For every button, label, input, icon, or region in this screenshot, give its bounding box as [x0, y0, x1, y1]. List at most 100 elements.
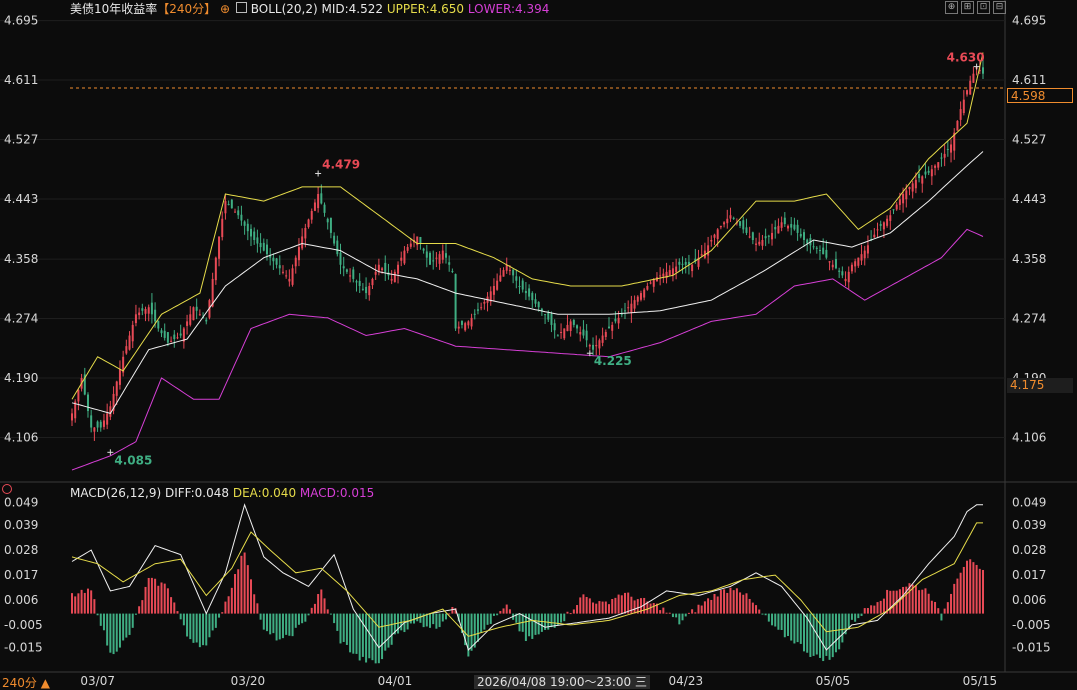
- macd-bar: [771, 613, 774, 626]
- macd-bar: [758, 609, 761, 614]
- macd-bar: [748, 598, 751, 614]
- layout-tool-button[interactable]: ⊞: [961, 1, 974, 14]
- macd-bar: [170, 597, 173, 614]
- macd-bar: [358, 613, 361, 661]
- candle-body: [502, 270, 505, 277]
- candle-body: [250, 228, 253, 237]
- boll-label[interactable]: BOLL(20,2): [251, 2, 318, 16]
- candle-body: [921, 176, 924, 184]
- fit-tool-button[interactable]: ⊡: [977, 1, 990, 14]
- candle-body: [310, 210, 313, 220]
- candle-body: [496, 280, 499, 290]
- instrument-title: 美债10年收益率: [70, 2, 158, 16]
- macd-bar: [633, 600, 636, 614]
- macd-bar: [173, 602, 176, 614]
- macd-bar: [982, 569, 984, 614]
- candle-body: [518, 285, 521, 287]
- chart-canvas[interactable]: 4.695 4.695 4.611 4.611 4.527 4.527 4.443 4.443…: [0, 0, 1077, 690]
- y-tick-label-left: 4.106: [4, 430, 38, 444]
- candle-body: [301, 236, 304, 249]
- candle-body: [876, 229, 879, 231]
- macd-bar: [684, 613, 687, 617]
- candle-body: [617, 317, 620, 324]
- macd-bar: [230, 587, 233, 614]
- candle-body: [259, 242, 262, 248]
- candle-body: [716, 229, 719, 240]
- candle-body: [473, 313, 476, 315]
- macd-bar: [627, 592, 630, 614]
- macd-bar: [246, 565, 249, 614]
- macd-bar: [713, 594, 716, 614]
- macd-bar: [879, 600, 882, 614]
- macd-bar: [860, 613, 863, 616]
- candle-body: [476, 309, 479, 311]
- y-tick-label-right: 4.527: [1012, 133, 1046, 147]
- period-selector[interactable]: 240分 ▲: [2, 676, 50, 690]
- candle-body: [144, 309, 147, 314]
- macd-bar: [374, 613, 377, 664]
- candle-body: [790, 224, 793, 228]
- candle-body: [780, 222, 783, 228]
- macd-tick-label-left: -0.005: [4, 618, 43, 632]
- candle-body: [742, 220, 745, 230]
- crosshair-tool-button[interactable]: ⊕: [945, 1, 958, 14]
- macd-bar: [301, 613, 304, 624]
- macd-bar: [125, 613, 128, 638]
- macd-bar: [259, 613, 262, 620]
- candle-body: [77, 389, 80, 402]
- candle-body: [608, 326, 611, 329]
- macd-bar: [710, 599, 713, 614]
- candle-body: [106, 413, 109, 425]
- candle-body: [521, 280, 524, 290]
- macd-bar: [221, 612, 224, 614]
- candle-body: [646, 286, 649, 290]
- macd-bar: [93, 599, 96, 614]
- macd-bar: [902, 586, 905, 614]
- macd-bar: [751, 602, 754, 614]
- macd-bar: [761, 613, 764, 615]
- macd-bar: [691, 609, 694, 614]
- macd-bar: [492, 613, 495, 616]
- candle-body: [419, 236, 422, 244]
- macd-bar: [914, 585, 917, 614]
- candle-body: [403, 250, 406, 264]
- macd-bar: [774, 613, 777, 627]
- candle-body: [755, 243, 758, 245]
- macd-bar: [429, 613, 432, 628]
- candle-body: [205, 319, 208, 322]
- macd-bar: [224, 601, 227, 614]
- candle-body: [585, 330, 588, 341]
- candle-body: [281, 271, 284, 273]
- candle-body: [854, 261, 857, 267]
- macd-bar: [205, 613, 208, 646]
- target-icon[interactable]: [2, 484, 12, 494]
- panel-tool-button[interactable]: ⊟: [993, 1, 1006, 14]
- macd-bar: [930, 600, 933, 614]
- candle-body: [550, 313, 553, 325]
- candle-body: [691, 264, 694, 272]
- candle-body: [390, 278, 393, 281]
- candle-body: [537, 302, 540, 308]
- macd-bar: [716, 596, 719, 614]
- add-icon[interactable]: ⊕: [220, 2, 230, 16]
- candle-body: [761, 240, 764, 246]
- candle-body: [99, 421, 102, 428]
- macd-bar: [946, 602, 949, 614]
- candle-body: [409, 243, 412, 247]
- x-tick-label: 04/01: [378, 674, 413, 688]
- macd-bar: [278, 613, 281, 640]
- period-tag[interactable]: 【240分】: [157, 2, 216, 16]
- macd-bar: [336, 613, 339, 631]
- candle-body: [841, 271, 844, 276]
- main-chart-header: 美债10年收益率【240分】 ⊕ BOLL(20,2) MID:4.522 UP…: [70, 2, 549, 16]
- macd-bar: [918, 590, 921, 614]
- candle-body: [598, 340, 601, 349]
- candle-body: [588, 344, 591, 347]
- candle-body: [719, 225, 722, 228]
- macd-bar: [202, 613, 205, 646]
- candle-body: [914, 179, 917, 189]
- candle-body: [796, 224, 799, 233]
- macd-label[interactable]: MACD(26,12,9): [70, 486, 161, 500]
- candle-body: [563, 328, 566, 339]
- macd-bar: [831, 613, 834, 658]
